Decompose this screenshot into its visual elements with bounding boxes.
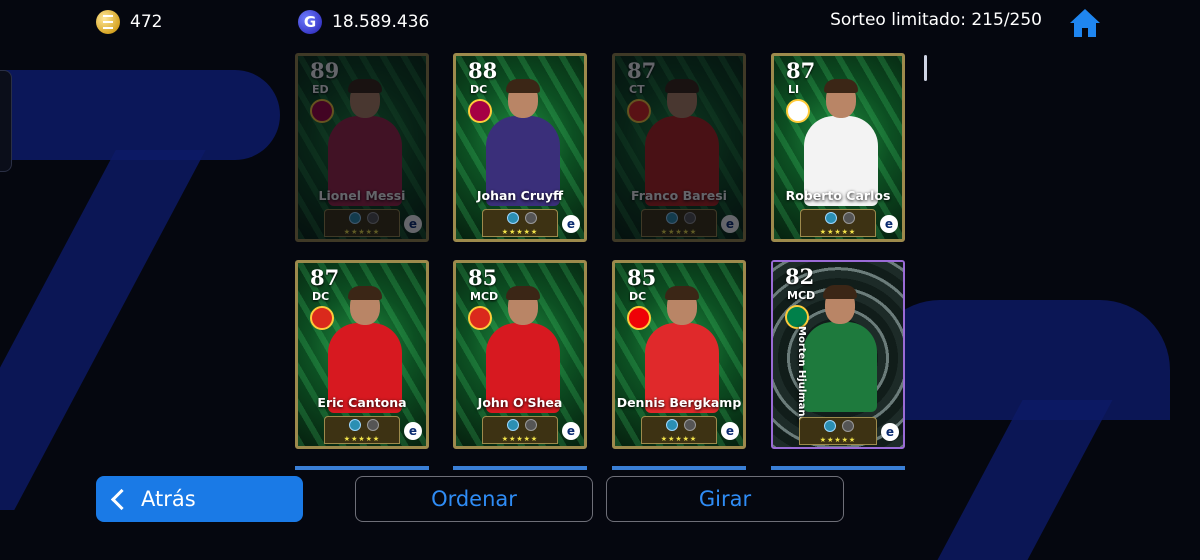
card-stars: ★★★★★	[501, 435, 539, 443]
card-footer: ★★★★★	[799, 417, 877, 445]
player-portrait	[804, 79, 878, 206]
player-position: CT	[629, 83, 645, 96]
efootball-logo-icon: e	[562, 422, 580, 440]
background-stripe	[0, 150, 206, 510]
card-stars: ★★★★★	[660, 435, 698, 443]
next-row-card[interactable]	[612, 466, 746, 470]
player-name: Eric Cantona	[317, 395, 407, 410]
player-portrait	[803, 285, 877, 412]
efootball-logo-icon: e	[404, 422, 422, 440]
card-stars: ★★★★★	[660, 228, 698, 236]
player-rating: 82	[785, 264, 815, 289]
player-position: LI	[788, 83, 800, 96]
side-drawer-tab[interactable]	[0, 70, 12, 172]
player-name: Morten Hjulmand	[796, 326, 807, 424]
player-name: Johan Cruyff	[476, 188, 564, 203]
player-rating: 89	[310, 58, 340, 83]
player-name: Franco Baresi	[631, 188, 727, 203]
player-position: MCD	[787, 289, 816, 302]
sort-button-label: Ordenar	[431, 487, 517, 511]
card-footer: ★★★★★	[641, 416, 717, 444]
gp-balance: G 18.589.436	[298, 8, 429, 36]
player-name: Lionel Messi	[318, 188, 406, 203]
back-button[interactable]: Atrás	[96, 476, 303, 522]
player-position: DC	[470, 83, 488, 96]
player-position: DC	[629, 290, 647, 303]
gp-count: 18.589.436	[332, 12, 430, 32]
next-row-card[interactable]	[295, 466, 429, 470]
player-position: ED	[312, 83, 329, 96]
club-crest-icon	[627, 306, 651, 330]
coin-count: 472	[130, 12, 163, 32]
efootball-logo-icon: e	[404, 215, 422, 233]
efootball-logo-icon: e	[721, 215, 739, 233]
player-portrait	[328, 286, 402, 413]
club-crest-icon	[786, 99, 810, 123]
player-rating: 87	[310, 265, 340, 290]
limited-draw-counter: Sorteo limitado: 215/250	[830, 10, 1042, 30]
club-crest-icon	[468, 306, 492, 330]
next-row-card[interactable]	[453, 466, 587, 470]
player-name: Dennis Bergkamp	[616, 395, 742, 410]
card-footer: ★★★★★	[641, 209, 717, 237]
sort-button[interactable]: Ordenar	[355, 476, 593, 522]
scrollbar[interactable]	[924, 55, 927, 81]
efootball-logo-icon: e	[721, 422, 739, 440]
player-position: MCD	[470, 290, 499, 303]
coin-balance: 472	[96, 8, 162, 36]
card-footer: ★★★★★	[800, 209, 876, 237]
player-card[interactable]: 89 ED Lionel Messi ★★★★★ e	[295, 53, 429, 242]
next-row-card[interactable]	[771, 466, 905, 470]
player-rating: 88	[468, 58, 498, 83]
club-crest-icon	[310, 306, 334, 330]
spin-button[interactable]: Girar	[606, 476, 844, 522]
player-card[interactable]: 85 MCD John O'Shea ★★★★★ e	[453, 260, 587, 449]
player-name: John O'Shea	[477, 395, 563, 410]
background-stripe	[937, 400, 1113, 560]
home-button[interactable]	[1068, 6, 1102, 40]
efootball-logo-icon: e	[881, 423, 899, 441]
player-rating: 87	[627, 58, 657, 83]
player-card[interactable]: 88 DC Johan Cruyff ★★★★★ e	[453, 53, 587, 242]
card-footer: ★★★★★	[482, 209, 558, 237]
card-stars: ★★★★★	[819, 228, 857, 236]
card-footer: ★★★★★	[482, 416, 558, 444]
card-stars: ★★★★★	[343, 228, 381, 236]
back-button-label: Atrás	[141, 487, 196, 511]
player-rating: 85	[468, 265, 498, 290]
player-card-grid: 89 ED Lionel Messi ★★★★★ e 88 DC Johan Cruyff ★★…	[295, 53, 910, 467]
efootball-logo-icon: e	[562, 215, 580, 233]
player-card[interactable]: 85 DC Dennis Bergkamp ★★★★★ e	[612, 260, 746, 449]
player-card[interactable]: 87 LI Roberto Carlos ★★★★★ e	[771, 53, 905, 242]
card-stars: ★★★★★	[343, 435, 381, 443]
background-stripe	[0, 70, 280, 160]
home-icon	[1070, 9, 1100, 37]
club-crest-icon	[627, 99, 651, 123]
player-rating: 87	[786, 58, 816, 83]
player-portrait	[645, 79, 719, 206]
card-footer: ★★★★★	[324, 416, 400, 444]
player-card[interactable]: 82 MCD Morten Hjulmand ★★★★★ e	[771, 260, 905, 449]
player-portrait	[486, 79, 560, 206]
player-card[interactable]: 87 CT Franco Baresi ★★★★★ e	[612, 53, 746, 242]
card-stars: ★★★★★	[819, 436, 857, 444]
gp-icon: G	[298, 10, 322, 34]
player-portrait	[486, 286, 560, 413]
chevron-left-icon	[110, 488, 133, 510]
card-footer: ★★★★★	[324, 209, 400, 237]
efootball-logo-icon: e	[880, 215, 898, 233]
efootball-coin-icon	[96, 10, 120, 34]
player-name: Roberto Carlos	[785, 188, 891, 203]
player-portrait	[645, 286, 719, 413]
spin-button-label: Girar	[698, 487, 752, 511]
player-portrait	[328, 79, 402, 206]
card-stars: ★★★★★	[501, 228, 539, 236]
background-stripe	[870, 300, 1170, 420]
club-crest-icon	[468, 99, 492, 123]
player-card[interactable]: 87 DC Eric Cantona ★★★★★ e	[295, 260, 429, 449]
club-crest-icon	[310, 99, 334, 123]
player-rating: 85	[627, 265, 657, 290]
player-position: DC	[312, 290, 330, 303]
